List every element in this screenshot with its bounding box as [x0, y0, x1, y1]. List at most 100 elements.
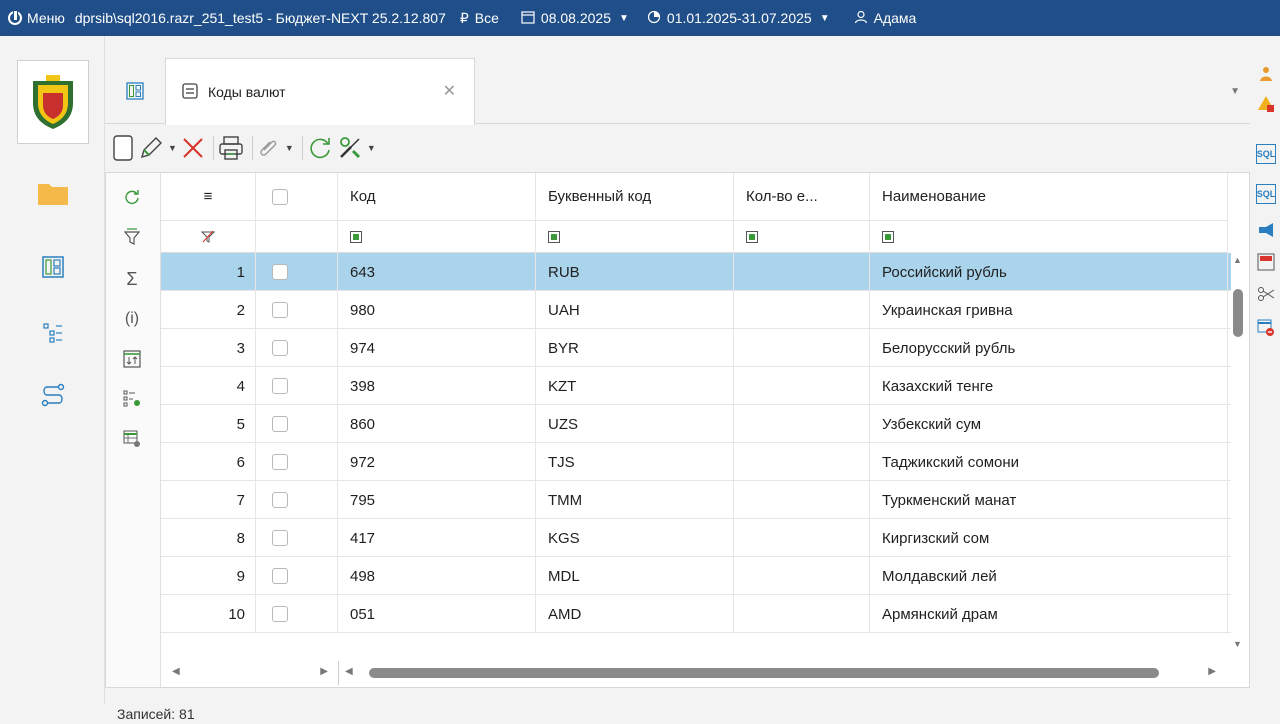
filter-quantity[interactable]: [734, 221, 870, 253]
bell-user-icon[interactable]: [1256, 64, 1276, 84]
table-row[interactable]: 10 051 AMD Армянский драм: [161, 595, 1231, 633]
date-picker[interactable]: 08.08.2025 ▼: [521, 10, 629, 27]
table-row[interactable]: 1 643 RUB Российский рубль: [161, 253, 1231, 291]
menu-button[interactable]: Меню: [0, 0, 65, 36]
code-cell[interactable]: 498: [338, 557, 536, 595]
row-checkbox[interactable]: [272, 264, 288, 280]
table-row[interactable]: 3 974 BYR Белорусский рубль: [161, 329, 1231, 367]
scroll-left-icon[interactable]: ◀: [345, 666, 353, 677]
attach-button[interactable]: ▼: [257, 130, 294, 166]
tab-home[interactable]: [105, 58, 165, 124]
warning-report-icon[interactable]: [1256, 94, 1276, 114]
code-cell[interactable]: 051: [338, 595, 536, 633]
row-checkbox[interactable]: [272, 492, 288, 508]
row-select-cell[interactable]: [256, 291, 338, 329]
row-number-cell[interactable]: 4: [161, 367, 256, 405]
alpha-code-cell[interactable]: UZS: [536, 405, 734, 443]
row-number-cell[interactable]: 3: [161, 329, 256, 367]
alpha-code-cell[interactable]: TMM: [536, 481, 734, 519]
alpha-code-cell[interactable]: TJS: [536, 443, 734, 481]
name-cell[interactable]: Туркменский манат: [870, 481, 1228, 519]
workflow-icon[interactable]: [36, 378, 70, 412]
column-header-name[interactable]: Наименование: [870, 173, 1228, 221]
refresh-button[interactable]: [307, 130, 333, 166]
select-all-header[interactable]: [256, 173, 338, 221]
scroll-right-icon[interactable]: ▶: [1208, 666, 1216, 677]
column-header-alpha-code[interactable]: Буквенный код: [536, 173, 734, 221]
row-number-cell[interactable]: 10: [161, 595, 256, 633]
delete-button[interactable]: [181, 130, 205, 166]
row-number-cell[interactable]: 1: [161, 253, 256, 291]
name-cell[interactable]: Российский рубль: [870, 253, 1228, 291]
table-row[interactable]: 9 498 MDL Молдавский лей: [161, 557, 1231, 595]
row-number-cell[interactable]: 2: [161, 291, 256, 329]
quantity-cell[interactable]: [734, 253, 870, 291]
quantity-cell[interactable]: [734, 481, 870, 519]
scissors-icon[interactable]: [1256, 284, 1276, 304]
clear-filter-cell[interactable]: [161, 221, 256, 253]
new-record-button[interactable]: [112, 130, 134, 166]
row-menu-header[interactable]: ≡: [161, 173, 256, 221]
row-number-cell[interactable]: 8: [161, 519, 256, 557]
code-cell[interactable]: 398: [338, 367, 536, 405]
quantity-cell[interactable]: [734, 443, 870, 481]
row-select-cell[interactable]: [256, 405, 338, 443]
table-row[interactable]: 4 398 KZT Казахский тенге: [161, 367, 1231, 405]
name-cell[interactable]: Белорусский рубль: [870, 329, 1228, 367]
quantity-cell[interactable]: [734, 329, 870, 367]
select-all-checkbox[interactable]: [272, 188, 288, 205]
horizontal-scroll-thumb[interactable]: [369, 668, 1159, 678]
tools-button[interactable]: ▼: [337, 130, 376, 166]
row-select-cell[interactable]: [256, 481, 338, 519]
alpha-code-cell[interactable]: KZT: [536, 367, 734, 405]
close-icon[interactable]: ✕: [443, 81, 456, 101]
code-cell[interactable]: 972: [338, 443, 536, 481]
remove-table-icon[interactable]: [1256, 318, 1276, 338]
scroll-up-icon[interactable]: ▲: [1233, 255, 1242, 265]
row-checkbox[interactable]: [272, 378, 288, 394]
row-checkbox[interactable]: [272, 302, 288, 318]
row-select-cell[interactable]: [256, 443, 338, 481]
row-number-cell[interactable]: 5: [161, 405, 256, 443]
table-row[interactable]: 6 972 TJS Таджикский сомони: [161, 443, 1231, 481]
row-checkbox[interactable]: [272, 530, 288, 546]
alpha-code-cell[interactable]: KGS: [536, 519, 734, 557]
filter-code[interactable]: [338, 221, 536, 253]
sql-icon[interactable]: SQL: [1256, 144, 1276, 164]
quantity-cell[interactable]: [734, 595, 870, 633]
filter-funnel-icon[interactable]: [118, 223, 146, 251]
column-settings-icon[interactable]: [118, 385, 146, 413]
code-cell[interactable]: 417: [338, 519, 536, 557]
row-select-cell[interactable]: [256, 519, 338, 557]
name-cell[interactable]: Украинская гривна: [870, 291, 1228, 329]
vertical-scroll-thumb[interactable]: [1233, 289, 1243, 337]
row-checkbox[interactable]: [272, 416, 288, 432]
name-cell[interactable]: Узбекский сум: [870, 405, 1228, 443]
table-settings-icon[interactable]: [118, 425, 146, 453]
alpha-code-cell[interactable]: AMD: [536, 595, 734, 633]
row-checkbox[interactable]: [272, 568, 288, 584]
row-select-cell[interactable]: [256, 595, 338, 633]
scroll-right-icon[interactable]: ▶: [320, 666, 328, 677]
table-row[interactable]: 7 795 TMM Туркменский манат: [161, 481, 1231, 519]
record-icon[interactable]: [1256, 252, 1276, 272]
sort-icon[interactable]: [118, 345, 146, 373]
quantity-cell[interactable]: [734, 367, 870, 405]
currency-filter[interactable]: ₽ Все: [460, 10, 499, 27]
alpha-code-cell[interactable]: MDL: [536, 557, 734, 595]
horizontal-scrollbar[interactable]: ◀ ▶: [338, 661, 1226, 685]
tree-list-icon[interactable]: [36, 316, 70, 350]
row-checkbox[interactable]: [272, 340, 288, 356]
folder-icon[interactable]: [36, 176, 70, 210]
row-number-cell[interactable]: 9: [161, 557, 256, 595]
row-number-cell[interactable]: 7: [161, 481, 256, 519]
sum-icon[interactable]: Σ: [118, 265, 146, 293]
name-cell[interactable]: Таджикский сомони: [870, 443, 1228, 481]
quantity-cell[interactable]: [734, 291, 870, 329]
filter-name[interactable]: [870, 221, 1228, 253]
user-menu[interactable]: Адама: [854, 10, 916, 27]
row-checkbox[interactable]: [272, 454, 288, 470]
quantity-cell[interactable]: [734, 557, 870, 595]
name-cell[interactable]: Армянский драм: [870, 595, 1228, 633]
table-row[interactable]: 8 417 KGS Киргизский сом: [161, 519, 1231, 557]
